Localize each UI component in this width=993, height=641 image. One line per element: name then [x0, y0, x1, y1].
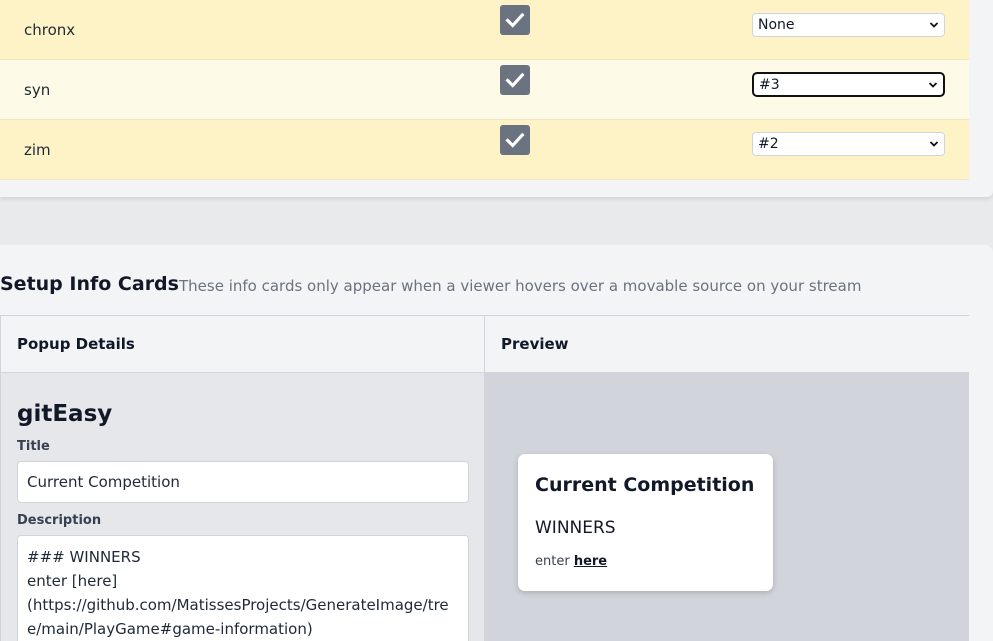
- enabled-checkbox[interactable]: [500, 5, 530, 35]
- info-card-preview: Current Competition WINNERS enter here: [518, 454, 773, 591]
- position-select-value: #3: [759, 76, 780, 93]
- popup-details-header: Popup Details: [1, 316, 485, 373]
- chevron-down-icon: [929, 22, 939, 28]
- checkmark-icon: [505, 12, 525, 28]
- sources-table: chronx None syn #3 zim #2: [0, 0, 969, 180]
- table-row: chronx None: [0, 0, 969, 60]
- popup-details-panel: gitEasy Title Current Competition Descri…: [1, 373, 485, 641]
- card-body: enter here: [535, 554, 607, 569]
- section-subtitle: These info cards only appear when a view…: [179, 277, 862, 295]
- card-body-text: enter: [535, 554, 574, 569]
- description-textarea[interactable]: ### WINNERS enter [here] (https://github…: [17, 535, 469, 641]
- title-input[interactable]: Current Competition: [17, 461, 469, 503]
- enabled-checkbox[interactable]: [500, 125, 530, 155]
- description-label: Description: [17, 513, 102, 528]
- source-name: syn: [24, 80, 51, 99]
- position-select[interactable]: #3: [752, 72, 945, 97]
- position-select[interactable]: None: [752, 13, 945, 37]
- source-name: zim: [24, 140, 51, 159]
- checkmark-icon: [505, 132, 525, 148]
- card-heading: WINNERS: [535, 518, 616, 538]
- position-select-value: #2: [758, 136, 779, 152]
- sources-panel: chronx None syn #3 zim #2: [0, 0, 993, 197]
- position-select[interactable]: #2: [752, 132, 945, 156]
- checkmark-icon: [505, 72, 525, 88]
- card-link[interactable]: here: [574, 554, 607, 569]
- chevron-down-icon: [928, 81, 938, 88]
- title-label: Title: [17, 439, 50, 454]
- preview-panel: Current Competition WINNERS enter here: [485, 373, 969, 641]
- section-title: Setup Info Cards: [0, 273, 179, 295]
- card-title: Current Competition: [535, 474, 755, 496]
- enabled-checkbox[interactable]: [500, 65, 530, 95]
- info-card-editor: Popup Details Preview gitEasy Title Curr…: [0, 315, 969, 641]
- position-select-value: None: [758, 17, 795, 33]
- setup-info-cards-section: Setup Info Cards These info cards only a…: [0, 245, 993, 641]
- source-name: chronx: [24, 20, 76, 39]
- chevron-down-icon: [929, 141, 939, 147]
- preview-header: Preview: [485, 316, 969, 373]
- table-row: zim #2: [0, 120, 969, 180]
- table-row: syn #3: [0, 60, 969, 120]
- source-title: gitEasy: [17, 401, 113, 427]
